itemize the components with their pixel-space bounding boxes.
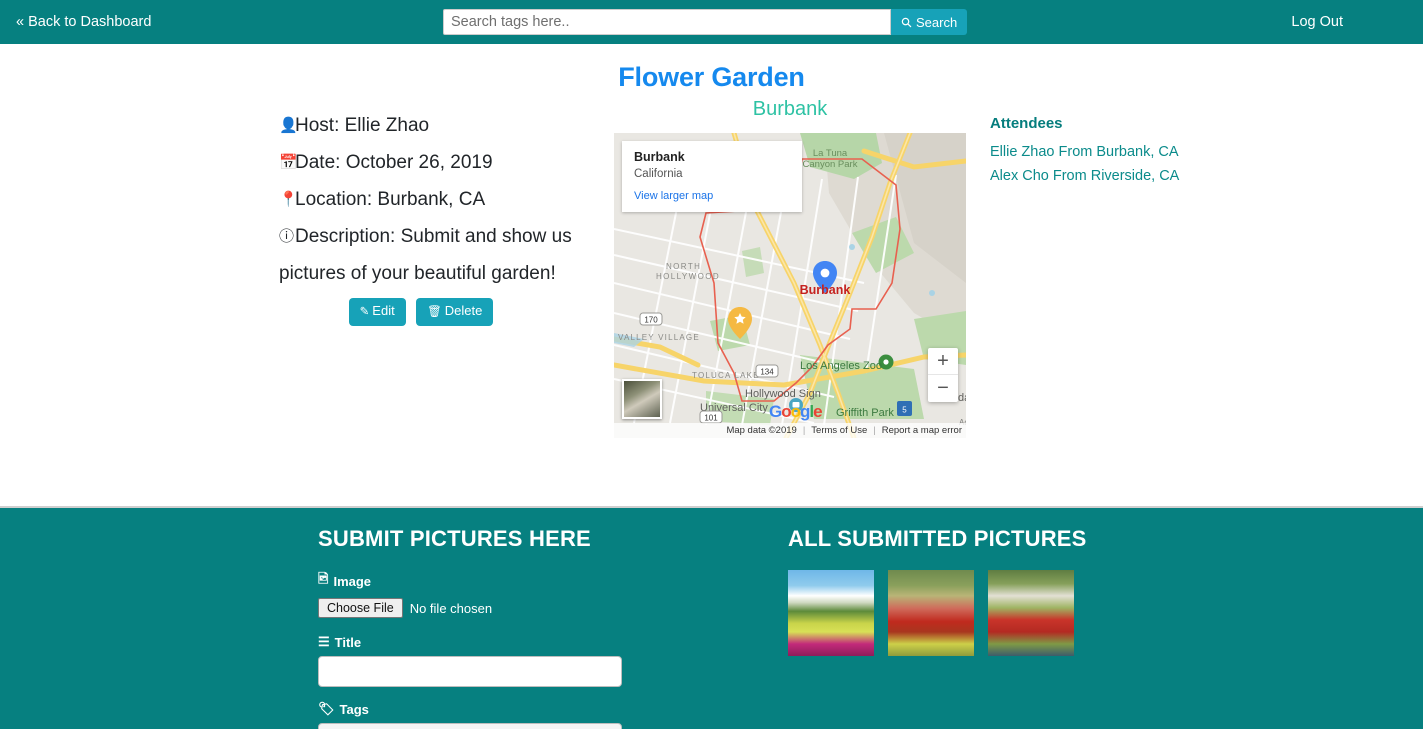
svg-text:Griffith Park: Griffith Park (836, 407, 894, 419)
detail-description: ⓘDescription: Submit and show us picture… (279, 218, 589, 292)
map-info-title: Burbank (634, 150, 685, 164)
bottom-section: SUBMIT PICTURES HERE 🖻 Image Choose File… (0, 506, 1423, 729)
svg-text:NORTH: NORTH (666, 262, 701, 271)
map-info-subtitle: California (634, 168, 683, 180)
svg-text:170: 170 (644, 316, 658, 325)
tags-icon: 🏷 (318, 701, 335, 716)
user-icon: 👤 (279, 117, 298, 134)
google-logo: Google (769, 402, 823, 421)
tags-field-label: 🏷 Tags (318, 701, 738, 717)
map-column: Burbank La Tuna Canyon Park NORTH HOLLYW… (614, 98, 966, 438)
page-title: Flower Garden (618, 62, 805, 92)
svg-text:101: 101 (704, 414, 718, 423)
list-icon: ☰ (318, 634, 330, 649)
svg-text:5: 5 (902, 406, 907, 415)
google-map[interactable]: La Tuna Canyon Park NORTH HOLLYWOOD VALL… (614, 133, 966, 438)
no-file-chosen-text: No file chosen (409, 600, 493, 616)
pencil-square-icon: ✎ (359, 306, 370, 318)
gallery-thumbnails (788, 570, 1208, 656)
detail-host-text: Host: Ellie Zhao (295, 115, 430, 136)
svg-text:da: da (958, 392, 966, 404)
search-icon (901, 17, 912, 27)
submitted-picture-2[interactable] (888, 570, 974, 656)
map-heading: Burbank (752, 98, 828, 120)
submit-pictures-form: SUBMIT PICTURES HERE 🖻 Image Choose File… (318, 526, 738, 729)
map-data-text: Map data ©2019 (726, 425, 797, 436)
choose-file-button[interactable]: Choose File (318, 598, 403, 618)
svg-text:Burbank: Burbank (800, 283, 851, 297)
attendee-item: Alex Cho From Riverside, CA (990, 168, 1180, 184)
search-form: Search (443, 9, 968, 35)
svg-text:La Tuna: La Tuna (813, 148, 848, 159)
submit-pictures-heading: SUBMIT PICTURES HERE (318, 526, 591, 551)
calendar-icon: 📅 (279, 154, 298, 171)
file-input-row: Choose File No file chosen (318, 598, 738, 618)
search-input[interactable] (443, 9, 891, 35)
submitted-picture-1[interactable] (788, 570, 874, 656)
zoom-out-button[interactable]: − (928, 375, 958, 402)
terms-of-use-link[interactable]: Terms of Use (811, 425, 867, 436)
svg-text:Hollywood Sign: Hollywood Sign (745, 388, 821, 400)
map-attribution: Map data ©2019 | Terms of Use | Report a… (614, 423, 966, 438)
title-label-text: Title (334, 634, 362, 650)
info-circle-icon: ⓘ (279, 228, 295, 245)
trash-icon: 🗑 (427, 306, 442, 318)
tags-input[interactable] (318, 723, 622, 729)
svg-text:TOLUCA LAKE: TOLUCA LAKE (692, 371, 760, 380)
title-field-label: ☰ Title (318, 634, 738, 650)
search-button[interactable]: Search (891, 9, 968, 35)
zoom-in-button[interactable]: + (928, 348, 958, 375)
image-label-text: Image (333, 573, 372, 589)
image-icon: 🖻 (318, 571, 329, 586)
top-navbar: « Back to Dashboard Search Log Out (0, 0, 1423, 44)
view-larger-map-link[interactable]: View larger map (634, 190, 790, 202)
attr-divider-1: | (802, 425, 806, 436)
image-field-label: 🖻 Image (318, 570, 738, 592)
main-content: Flower Garden 👤Host: Ellie Zhao 📅Date: O… (0, 44, 1423, 506)
logout-link[interactable]: Log Out (1291, 14, 1407, 30)
svg-text:Canyon Park: Canyon Park (803, 159, 858, 170)
svg-text:HOLLYWOOD: HOLLYWOOD (656, 272, 720, 281)
detail-location-text: Location: Burbank, CA (295, 189, 486, 210)
title-input[interactable] (318, 656, 622, 687)
search-button-label: Search (916, 14, 958, 30)
detail-location: 📍Location: Burbank, CA (279, 181, 589, 218)
map-zoom-controls: + − (928, 348, 958, 402)
svg-text:VALLEY VILLAGE: VALLEY VILLAGE (618, 333, 700, 342)
attendees-panel: Attendees Ellie Zhao From Burbank, CA Al… (990, 115, 1250, 188)
delete-button[interactable]: 🗑 Delete (416, 298, 494, 326)
attr-divider-2: | (873, 425, 876, 436)
edit-button[interactable]: ✎ Edit (348, 298, 406, 326)
attendee-item: Ellie Zhao From Burbank, CA (990, 144, 1179, 160)
all-submitted-pictures: ALL SUBMITTED PICTURES (788, 526, 1208, 656)
detail-description-text: Description: Submit and show us pictures… (279, 226, 572, 284)
all-submitted-heading: ALL SUBMITTED PICTURES (788, 526, 1087, 551)
edit-button-label: Edit (372, 303, 395, 318)
street-view-thumbnail[interactable] (622, 379, 662, 419)
detail-date: 📅Date: October 26, 2019 (279, 144, 589, 181)
detail-date-text: Date: October 26, 2019 (295, 152, 493, 173)
back-to-dashboard-link[interactable]: « Back to Dashboard (16, 14, 151, 30)
event-details: 👤Host: Ellie Zhao 📅Date: October 26, 201… (279, 107, 589, 326)
tags-label-text: Tags (339, 701, 369, 717)
submitted-picture-3[interactable] (988, 570, 1074, 656)
svg-text:134: 134 (760, 368, 774, 377)
delete-button-label: Delete (444, 303, 483, 318)
attendees-title: Attendees (990, 115, 1063, 132)
report-map-error-link[interactable]: Report a map error (882, 425, 962, 436)
detail-host: 👤Host: Ellie Zhao (279, 107, 589, 144)
detail-actions: ✎ Edit 🗑 Delete (279, 298, 589, 326)
map-info-card: Burbank California View larger map (622, 141, 802, 212)
map-pin-icon: 📍 (279, 191, 298, 208)
svg-text:Los Angeles Zoo: Los Angeles Zoo (800, 360, 882, 372)
